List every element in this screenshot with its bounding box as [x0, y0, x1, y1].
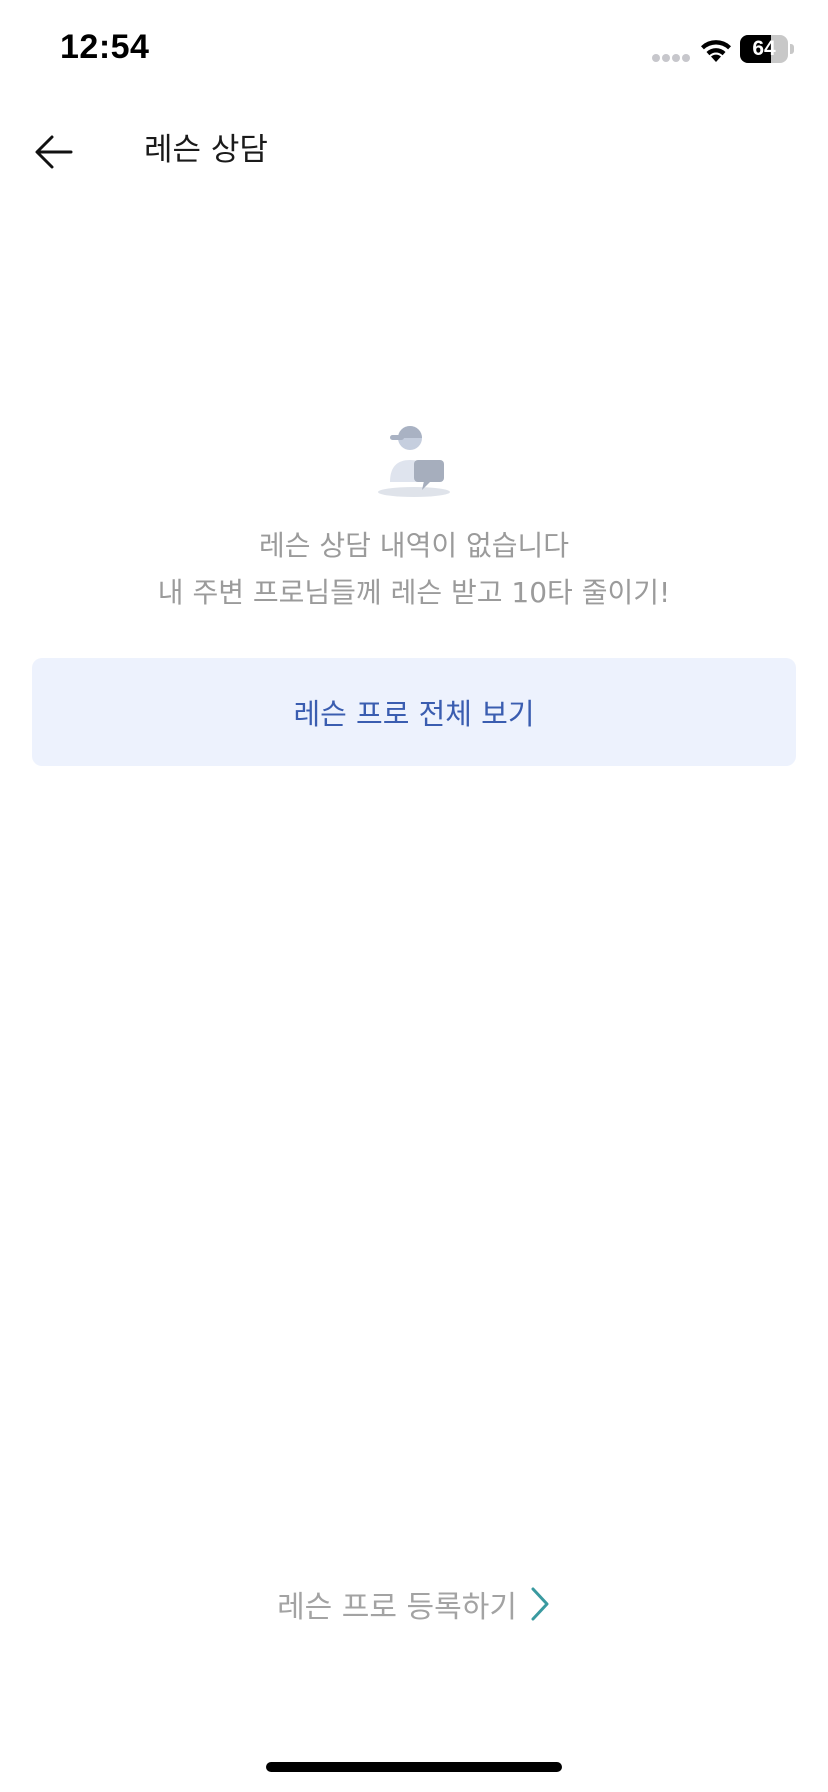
status-time: 12:54 — [60, 28, 150, 66]
empty-state-message: 레슨 상담 내역이 없습니다 내 주변 프로님들께 레슨 받고 10타 줄이기! — [0, 522, 828, 616]
wifi-icon — [701, 40, 731, 62]
page-title: 레슨 상담 — [144, 132, 268, 168]
chevron-right-icon — [531, 1587, 549, 1621]
status-bar: 12:54 64 — [0, 0, 828, 100]
back-button[interactable] — [24, 122, 84, 182]
register-pro-label: 레슨 프로 등록하기 — [277, 1590, 517, 1625]
cellular-signal-icon — [652, 54, 690, 62]
register-pro-link[interactable]: 레슨 프로 등록하기 — [0, 1578, 828, 1630]
empty-message-line1: 레슨 상담 내역이 없습니다 — [258, 529, 570, 562]
empty-message-line2: 내 주변 프로님들께 레슨 받고 10타 줄이기! — [157, 576, 671, 609]
home-indicator — [266, 1762, 562, 1772]
view-all-pros-button[interactable]: 레슨 프로 전체 보기 — [32, 658, 796, 766]
battery-level: 64 — [752, 37, 776, 60]
header: 레슨 상담 — [0, 100, 828, 204]
golfer-chat-icon — [378, 426, 450, 497]
battery-icon: 64 — [740, 35, 794, 63]
arrow-left-icon — [35, 135, 73, 169]
